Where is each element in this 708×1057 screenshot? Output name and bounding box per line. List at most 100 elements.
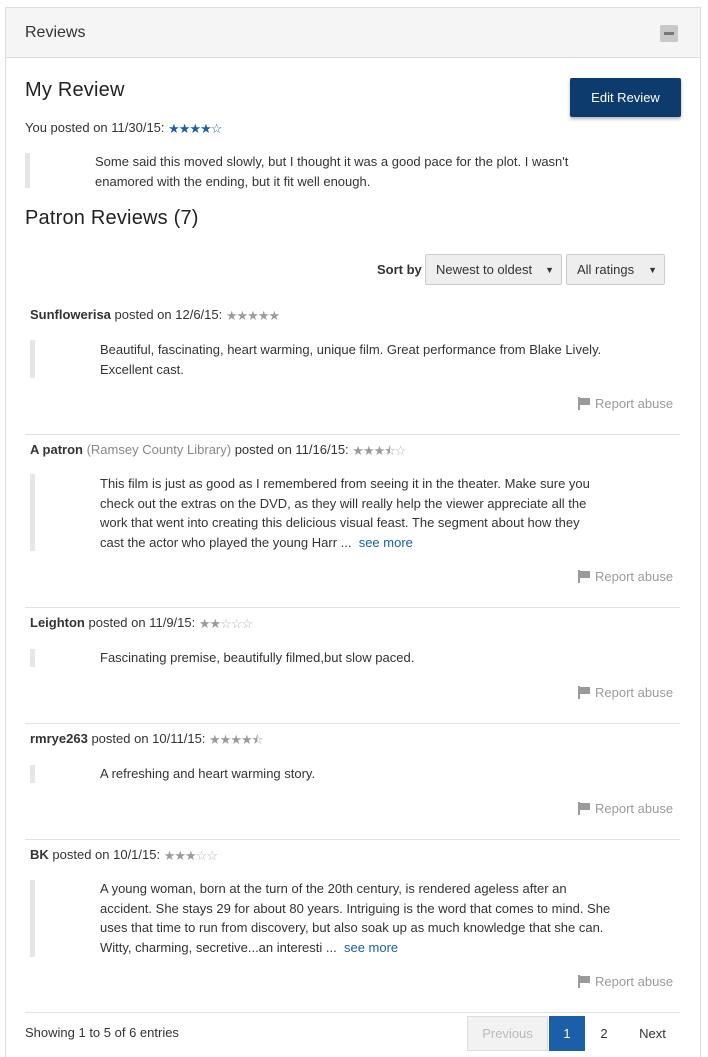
- sort-order-value: Newest to oldest: [436, 262, 533, 277]
- star-icon: ⯪: [251, 733, 263, 747]
- divider: [25, 607, 680, 608]
- review-posted: posted on 12/6/15:: [110, 307, 223, 322]
- sort-order-select[interactable]: Newest to oldest ▼: [425, 254, 562, 285]
- review-rating-stars: ★★★☆☆: [163, 848, 218, 864]
- star-icon: ★: [219, 732, 232, 747]
- review-author[interactable]: BK: [30, 847, 49, 862]
- star-icon: ★: [352, 443, 364, 458]
- star-icon: ★: [241, 732, 253, 747]
- star-icon: ★: [168, 121, 180, 136]
- patron-reviews-heading: Patron Reviews (7): [25, 207, 199, 229]
- sort-label: Sort by: [377, 262, 422, 277]
- report-abuse-label: Report abuse: [595, 396, 674, 411]
- report-abuse-link[interactable]: Report abuse: [578, 801, 673, 816]
- report-abuse-label: Report abuse: [595, 801, 674, 816]
- star-icon: ☆: [206, 848, 218, 863]
- report-abuse-label: Report abuse: [595, 569, 674, 584]
- my-review-posted: You posted on 11/30/15:: [25, 120, 165, 135]
- star-icon: ★: [373, 443, 386, 458]
- star-icon: ★: [236, 308, 249, 323]
- review-meta: Leighton posted on 11/9/15: ★★☆☆☆: [30, 615, 254, 632]
- review-rating-stars: ★★★★★: [225, 308, 280, 324]
- chevron-down-icon: ▼: [545, 265, 554, 275]
- my-review-heading: My Review: [25, 79, 125, 101]
- review-text: Beautiful, fascinating, heart warming, u…: [100, 342, 602, 377]
- report-abuse-label: Report abuse: [595, 974, 674, 989]
- review-author[interactable]: Leighton: [30, 615, 85, 630]
- review-meta: A patron (Ramsey County Library) posted …: [30, 442, 407, 463]
- page-button-1[interactable]: 1: [549, 1016, 585, 1051]
- review-quote-bar: [30, 765, 35, 783]
- review-meta: Sunflowerisa posted on 12/6/15: ★★★★★: [30, 307, 280, 324]
- my-review-meta: You posted on 11/30/15: ★★★★☆: [25, 120, 223, 137]
- rating-filter-value: All ratings: [577, 262, 635, 277]
- flag-icon: [578, 975, 590, 988]
- review-posted: posted on 10/11/15:: [87, 731, 206, 746]
- divider: [25, 723, 680, 724]
- review-meta: rmrye263 posted on 10/11/15: ★★★★⯪: [30, 731, 263, 752]
- star-icon: ★: [247, 308, 259, 323]
- my-rating-stars: ★★★★☆: [168, 121, 223, 137]
- star-icon: ★: [198, 616, 211, 631]
- flag-icon: [578, 397, 590, 410]
- flag-icon: [578, 570, 590, 583]
- rating-filter-select[interactable]: All ratings ▼: [566, 254, 665, 285]
- star-icon: ★: [209, 732, 221, 747]
- star-icon: ☆: [241, 616, 254, 631]
- panel-header: Reviews: [6, 8, 700, 58]
- review-quote-bar: [30, 340, 35, 378]
- page-button-2[interactable]: 2: [586, 1016, 622, 1051]
- entries-summary: Showing 1 to 5 of 6 entries: [25, 1025, 179, 1040]
- star-icon: ⯪: [384, 444, 395, 458]
- review-text: A young woman, born at the turn of the 2…: [100, 879, 612, 957]
- review-author[interactable]: A patron: [30, 442, 83, 457]
- star-icon: ☆: [394, 443, 407, 458]
- divider: [25, 434, 680, 435]
- report-abuse-link[interactable]: Report abuse: [578, 685, 673, 700]
- review-posted: posted on 10/1/15:: [48, 847, 161, 862]
- chevron-down-icon: ▼: [648, 265, 657, 275]
- star-icon: ☆: [210, 121, 223, 136]
- review-meta: BK posted on 10/1/15: ★★★☆☆: [30, 847, 218, 864]
- next-page-button[interactable]: Next: [625, 1016, 680, 1051]
- review-text: This film is just as good as I remembere…: [100, 474, 605, 552]
- flag-icon: [578, 686, 590, 699]
- review-text-body: This film is just as good as I remembere…: [100, 476, 590, 550]
- star-icon: ★: [230, 732, 242, 747]
- report-abuse-link[interactable]: Report abuse: [578, 569, 673, 584]
- panel-title: Reviews: [25, 24, 86, 41]
- star-icon: ★: [257, 308, 270, 323]
- star-icon: ★: [200, 121, 212, 136]
- review-rating-stars: ★★☆☆☆: [198, 616, 254, 632]
- report-abuse-link[interactable]: Report abuse: [578, 396, 673, 411]
- star-icon: ☆: [230, 616, 243, 631]
- star-icon: ★: [189, 121, 201, 136]
- review-rating-stars: ★★★★⯪: [209, 731, 263, 752]
- flag-icon: [578, 802, 590, 815]
- my-review-text: Some said this moved slowly, but I thoug…: [95, 154, 569, 189]
- star-icon: ★: [225, 308, 238, 323]
- star-icon: ☆: [220, 616, 232, 631]
- report-abuse-link[interactable]: Report abuse: [578, 974, 673, 989]
- star-icon: ☆: [195, 848, 208, 863]
- star-icon: ★: [209, 616, 222, 631]
- star-icon: ★: [268, 308, 280, 323]
- review-quote-bar: [30, 649, 35, 667]
- review-text: A refreshing and heart warming story.: [100, 766, 316, 781]
- divider: [25, 839, 680, 840]
- report-abuse-label: Report abuse: [595, 685, 674, 700]
- review-author[interactable]: Sunflowerisa: [30, 307, 111, 322]
- star-icon: ★: [174, 848, 186, 863]
- review-author[interactable]: rmrye263: [30, 731, 88, 746]
- see-more-link[interactable]: see more: [344, 940, 398, 955]
- review-posted: posted on 11/16/15:: [231, 442, 349, 457]
- star-icon: ★: [185, 848, 197, 863]
- star-icon: ★: [362, 443, 375, 458]
- previous-page-button[interactable]: Previous: [467, 1016, 548, 1051]
- star-icon: ★: [163, 848, 176, 863]
- edit-review-button[interactable]: Edit Review: [570, 78, 681, 117]
- review-rating-stars: ★★★⯪☆: [352, 442, 407, 463]
- see-more-link[interactable]: see more: [359, 535, 413, 550]
- collapse-minus-icon[interactable]: [660, 25, 678, 42]
- my-review-quote-bar: [25, 153, 30, 188]
